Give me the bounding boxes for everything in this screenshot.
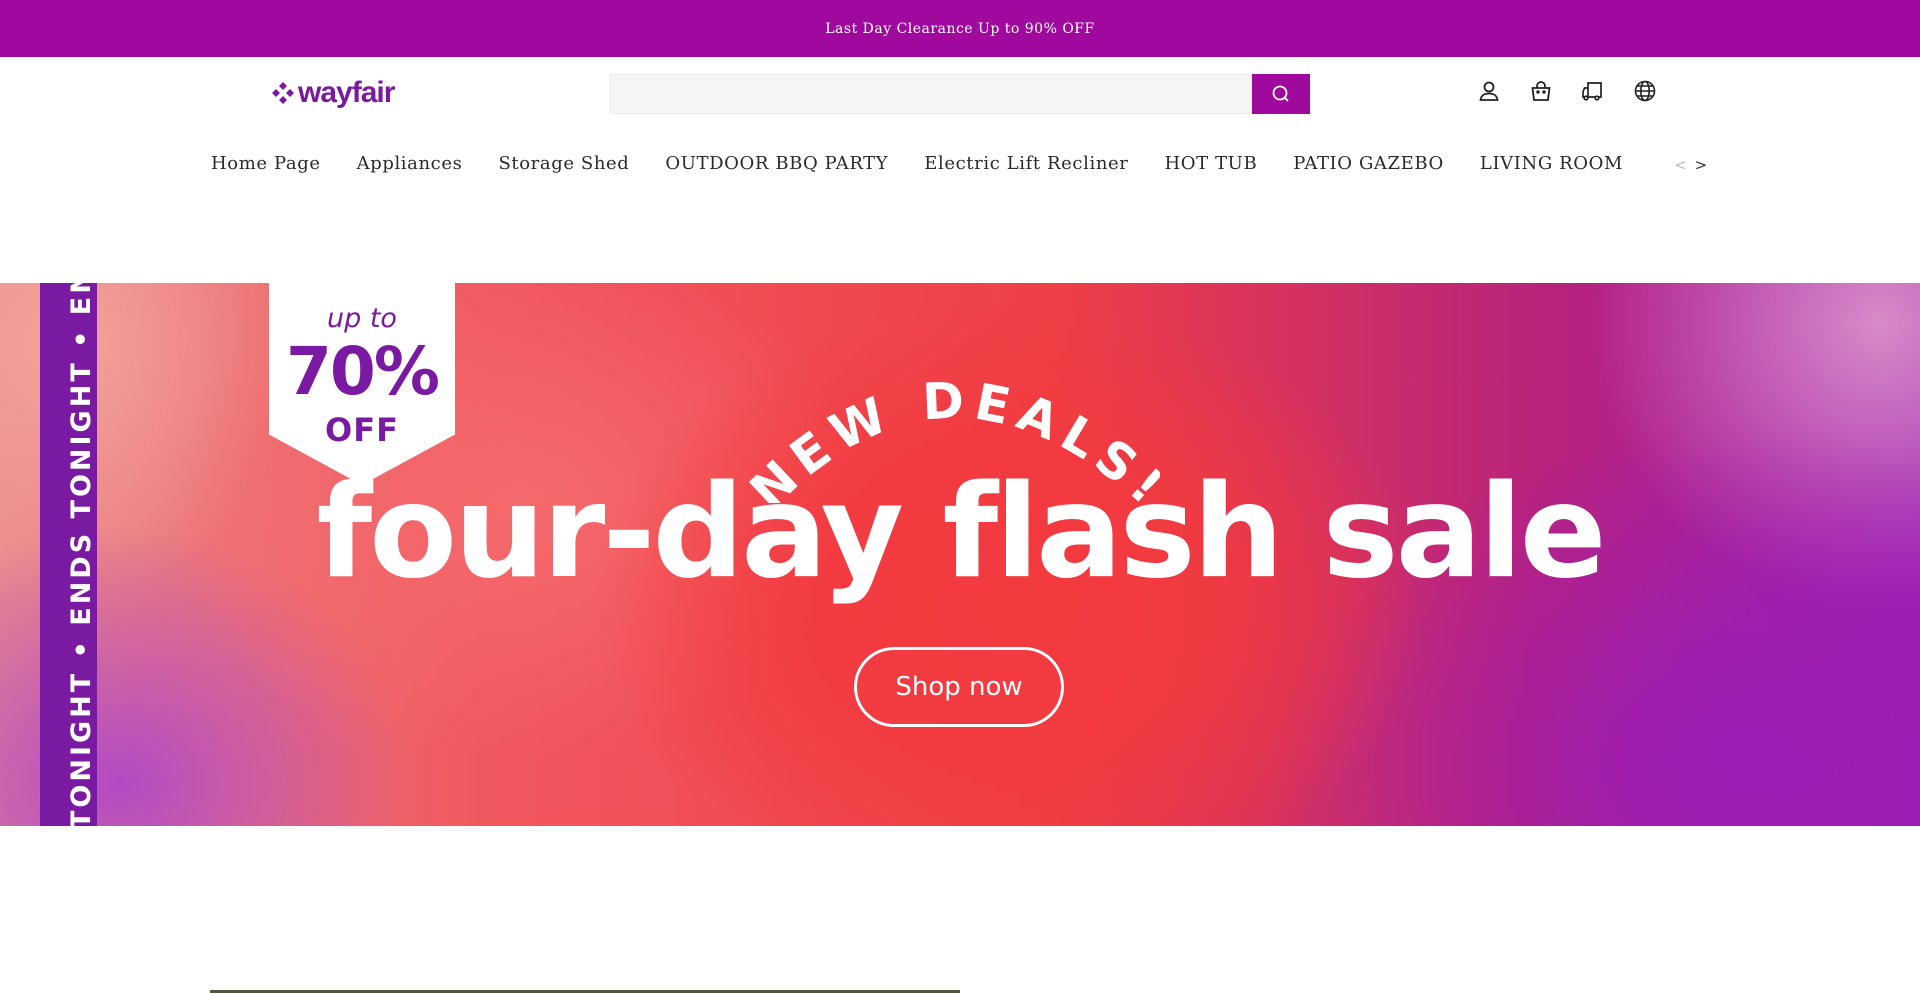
nav-item-hot-tub[interactable]: HOT TUB: [1164, 150, 1257, 178]
hero-banner[interactable]: TONIGHT • ENDS TONIGHT • END up to 70% O…: [0, 283, 1920, 826]
discount-badge: up to 70% OFF: [269, 283, 455, 485]
globe-icon: [1634, 80, 1656, 102]
search-input[interactable]: [610, 74, 1252, 114]
wayfair-logo[interactable]: wayfair: [270, 76, 395, 109]
account-icon: [1479, 81, 1499, 101]
cart-button[interactable]: [1528, 78, 1554, 104]
header-icons: [1476, 78, 1658, 104]
nav-item-outdoor-bbq-party[interactable]: OUTDOOR BBQ PARTY: [665, 150, 888, 178]
badge-percent: 70%: [286, 333, 440, 410]
nav-item-patio-gazebo[interactable]: PATIO GAZEBO: [1293, 150, 1444, 178]
logo-text: wayfair: [298, 76, 395, 109]
nav-item-appliances[interactable]: Appliances: [357, 150, 463, 178]
main-nav: Home Page Appliances Storage Shed OUTDOOR B…: [211, 150, 1671, 180]
nav-item-living-room[interactable]: LIVING ROOM: [1480, 150, 1623, 178]
badge-off: OFF: [325, 411, 399, 449]
nav-prev-arrow[interactable]: <: [1674, 156, 1687, 174]
search-button[interactable]: [1252, 74, 1310, 114]
announcement-text: Last Day Clearance Up to 90% OFF: [825, 20, 1095, 37]
account-button[interactable]: [1476, 78, 1502, 104]
announcement-bar: Last Day Clearance Up to 90% OFF: [0, 0, 1920, 57]
nav-item-storage-shed[interactable]: Storage Shed: [498, 150, 629, 178]
nav-item-home-page[interactable]: Home Page: [211, 150, 321, 178]
shop-now-button[interactable]: Shop now: [854, 647, 1064, 727]
cart-icon: [1531, 81, 1551, 101]
language-button[interactable]: [1632, 78, 1658, 104]
hero-headline: four-day flash sale: [316, 458, 1606, 607]
order-tracking-button[interactable]: [1580, 78, 1606, 104]
order-tracking-icon: [1582, 82, 1602, 101]
nav-item-electric-lift-recliner[interactable]: Electric Lift Recliner: [924, 150, 1128, 178]
search-icon: [1272, 85, 1289, 102]
search-bar: [610, 74, 1310, 116]
nav-scroll-controls: < >: [1670, 150, 1708, 180]
badge-up-to: up to: [327, 303, 397, 334]
logo-mark-icon: [272, 82, 294, 104]
nav-next-arrow[interactable]: >: [1695, 156, 1708, 174]
